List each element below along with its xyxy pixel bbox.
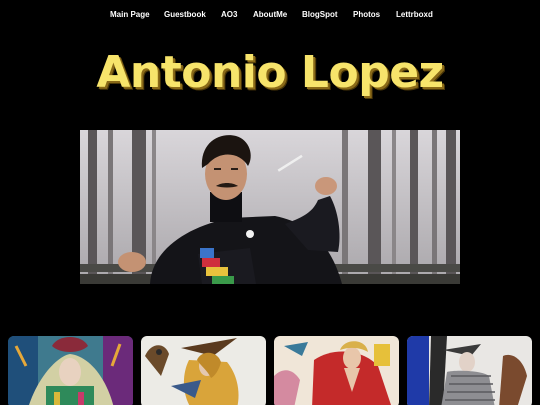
hero-photo: [80, 130, 460, 284]
artwork-gallery: [0, 336, 540, 405]
nav-link-guestbook[interactable]: Guestbook: [164, 9, 206, 21]
nav-link-aboutme[interactable]: AboutMe: [253, 9, 287, 21]
nav-link-blogspot[interactable]: BlogSpot: [302, 9, 338, 21]
gallery-thumb-2[interactable]: [141, 336, 266, 405]
nav-link-photos[interactable]: Photos: [353, 9, 380, 21]
artwork-image: [141, 336, 266, 405]
nav-link-main-page[interactable]: Main Page: [110, 9, 150, 21]
gallery-thumb-3[interactable]: [274, 336, 399, 405]
artwork-image: [407, 336, 532, 405]
top-nav: Main Page Guestbook AO3 AboutMe BlogSpot…: [0, 9, 540, 23]
artwork-image: [274, 336, 399, 405]
page-title: Antonio Lopez: [96, 47, 444, 98]
gallery-thumb-4[interactable]: [407, 336, 532, 405]
gallery-thumb-1[interactable]: [8, 336, 133, 405]
portrait-image: [80, 130, 460, 284]
nav-link-ao3[interactable]: AO3: [221, 9, 237, 21]
title-container: Antonio Lopez: [0, 45, 540, 105]
artwork-image: [8, 336, 133, 405]
nav-link-lettrboxd[interactable]: Lettrboxd: [396, 9, 433, 21]
